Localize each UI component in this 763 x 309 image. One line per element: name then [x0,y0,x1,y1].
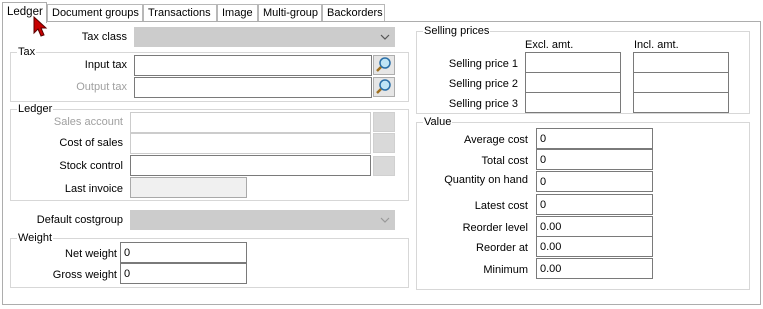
average-cost-field[interactable] [536,128,653,149]
output-tax-label: Output tax [76,81,127,93]
selling-price-1-excl-field[interactable] [525,52,621,73]
stock-control-button[interactable] [373,156,395,176]
excl-amt-header: Excl. amt. [525,39,574,51]
magnifier-icon [376,79,391,94]
tab-transactions[interactable]: Transactions [143,4,217,22]
input-tax-field[interactable] [134,55,372,76]
output-tax-lookup-button[interactable] [373,77,395,97]
sales-account-button[interactable] [373,112,395,132]
quantity-on-hand-label: Quantity on hand [444,174,528,186]
chevron-down-icon [380,34,390,40]
cost-of-sales-field[interactable] [130,133,371,154]
output-tax-field[interactable] [134,77,372,98]
magnifier-icon [376,57,391,72]
tax-group-title: Tax [17,46,37,58]
net-weight-label: Net weight [65,248,117,260]
reorder-at-field[interactable] [536,236,653,257]
stock-control-label: Stock control [59,160,123,172]
selling-price-1-incl-field[interactable] [633,52,729,73]
tab-document-groups[interactable]: Document groups [47,4,143,22]
input-tax-lookup-button[interactable] [373,55,395,75]
input-tax-label: Input tax [84,59,127,71]
default-costgroup-label: Default costgroup [36,214,123,226]
gross-weight-field[interactable] [120,263,247,284]
minimum-label: Minimum [483,264,528,276]
selling-price-3-excl-field[interactable] [525,92,621,113]
selling-price-2-label: Selling price 2 [448,78,518,90]
latest-cost-label: Latest cost [474,200,528,212]
selling-prices-title: Selling prices [423,25,491,37]
last-invoice-field [130,177,247,198]
net-weight-field[interactable] [120,242,247,263]
mouse-cursor-icon [33,16,48,37]
minimum-field[interactable] [536,258,653,279]
average-cost-label: Average cost [463,134,528,146]
reorder-level-field[interactable] [536,216,653,237]
total-cost-label: Total cost [481,155,528,167]
weight-group-title: Weight [17,232,54,244]
selling-price-2-excl-field[interactable] [525,72,621,93]
sales-account-label: Sales account [53,116,123,128]
selling-price-3-incl-field[interactable] [633,92,729,113]
chevron-down-icon [380,217,390,223]
tax-class-combo[interactable] [134,27,395,47]
quantity-on-hand-field[interactable] [536,171,653,192]
gross-weight-label: Gross weight [52,269,117,281]
tab-image[interactable]: Image [217,4,258,22]
sales-account-field[interactable] [130,112,371,133]
reorder-at-label: Reorder at [476,242,528,254]
tab-backorders[interactable]: Backorders [322,4,385,22]
value-group-title: Value [423,116,453,128]
reorder-level-label: Reorder level [462,222,528,234]
selling-price-3-label: Selling price 3 [448,98,518,110]
ledger-group-title: Ledger [17,103,54,115]
latest-cost-field[interactable] [536,194,653,215]
default-costgroup-combo[interactable] [130,210,395,230]
selling-price-2-incl-field[interactable] [633,72,729,93]
incl-amt-header: Incl. amt. [634,39,679,51]
tax-class-label: Tax class [81,31,127,43]
last-invoice-label: Last invoice [64,183,123,195]
cost-of-sales-label: Cost of sales [59,137,123,149]
cost-of-sales-button[interactable] [373,133,395,153]
tab-multi-group[interactable]: Multi-group [258,4,322,22]
total-cost-field[interactable] [536,149,653,170]
selling-price-1-label: Selling price 1 [448,58,518,70]
stock-control-field[interactable] [130,155,371,176]
